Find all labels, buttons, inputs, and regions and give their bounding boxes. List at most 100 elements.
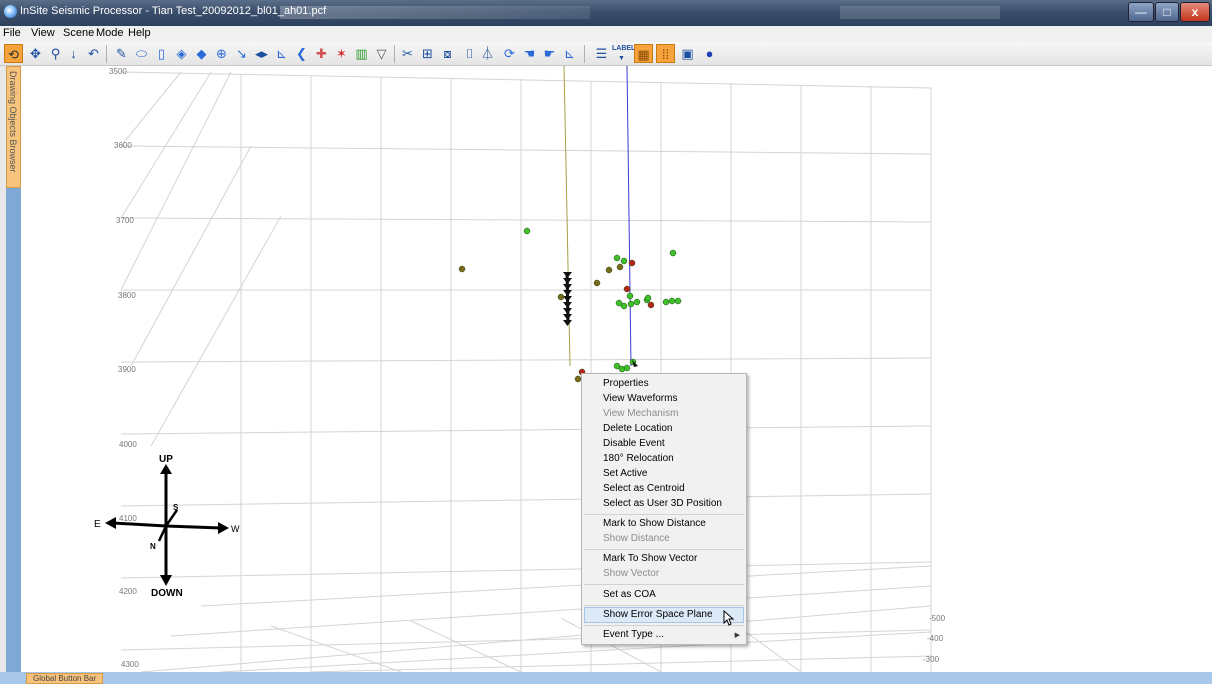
- close-button[interactable]: x: [1180, 2, 1210, 22]
- event-point[interactable]: [644, 294, 652, 302]
- pan-icon[interactable]: ✥: [26, 44, 45, 63]
- menu-item-view-waveforms[interactable]: View Waveforms: [603, 393, 677, 404]
- label-icon-text: LABEL: [612, 45, 636, 52]
- compass-north: N: [150, 542, 156, 551]
- event-point[interactable]: [674, 297, 682, 305]
- event-point[interactable]: [458, 265, 466, 273]
- hand-icon[interactable]: ☚: [520, 44, 539, 63]
- well-icon[interactable]: ⌷: [460, 44, 479, 63]
- menu-item-set-as-coa[interactable]: Set as COA: [603, 589, 656, 600]
- event-point[interactable]: [628, 259, 636, 267]
- chart-icon[interactable]: ⊾: [560, 44, 579, 63]
- event-point[interactable]: [662, 298, 670, 306]
- depth-axis-labels: 3500 3600 3700 3800 3900 4000 4100 4200 …: [109, 67, 139, 669]
- grid-highlight-icon[interactable]: ▦: [634, 44, 653, 63]
- maximize-button[interactable]: □: [1155, 2, 1179, 22]
- minimize-button[interactable]: —: [1128, 2, 1154, 22]
- arrow-down-icon[interactable]: ↓: [64, 44, 83, 63]
- mouse-cursor-icon: [723, 610, 735, 626]
- title-bar: InSite Seismic Processor - Tian Test_200…: [0, 0, 1212, 26]
- hand2-icon[interactable]: ☛: [540, 44, 559, 63]
- undo-icon[interactable]: ↶: [84, 44, 103, 63]
- frame-icon[interactable]: ⊞: [418, 44, 437, 63]
- well-line-blue[interactable]: [626, 66, 632, 367]
- plane-icon[interactable]: ⏃: [478, 44, 497, 63]
- event-point[interactable]: [668, 297, 676, 305]
- menu-item-view-mechanism: View Mechanism: [603, 408, 679, 419]
- depth-tick: 4200: [119, 587, 137, 596]
- toolbar-separator: [106, 45, 107, 63]
- event-point[interactable]: [633, 298, 641, 306]
- right-axis-labels: -500 -400 -300: [923, 614, 946, 664]
- menu-item-180-relocation[interactable]: 180° Relocation: [603, 453, 674, 464]
- tools-icon[interactable]: ✂: [398, 44, 417, 63]
- menu-item-properties[interactable]: Properties: [603, 378, 649, 389]
- stretch-icon[interactable]: ↘: [232, 44, 251, 63]
- depth-tick: 3800: [118, 291, 136, 300]
- menu-separator: [584, 549, 744, 550]
- cylinder-icon[interactable]: ▯: [152, 44, 171, 63]
- event-point[interactable]: [623, 285, 631, 293]
- zoom-icon[interactable]: ⚲: [46, 44, 65, 63]
- rotate-icon[interactable]: ⟲: [4, 44, 23, 63]
- title-blur-2: [840, 6, 1000, 19]
- event-point[interactable]: [593, 279, 601, 287]
- menu-view[interactable]: View: [31, 27, 55, 39]
- menu-item-show-error-space-plane[interactable]: Show Error Space Plane: [603, 609, 713, 620]
- menu-item-set-active[interactable]: Set Active: [603, 468, 647, 479]
- event-point[interactable]: [605, 266, 613, 274]
- compass-up: UP: [159, 454, 173, 465]
- move-crosshair-icon[interactable]: ⊕: [212, 44, 231, 63]
- menu-item-show-distance: Show Distance: [603, 533, 670, 544]
- depth-tick: 4100: [119, 514, 137, 523]
- list-icon[interactable]: ☰: [592, 44, 611, 63]
- toolbar-separator: [394, 45, 395, 63]
- menu-item-event-type[interactable]: Event Type ...: [603, 629, 664, 640]
- event-point[interactable]: [623, 364, 631, 372]
- menu-item-disable-event[interactable]: Disable Event: [603, 438, 665, 449]
- event-point[interactable]: [523, 227, 531, 235]
- histogram-icon[interactable]: ▥: [352, 44, 371, 63]
- event-point[interactable]: [616, 263, 624, 271]
- diamond-icon[interactable]: ◆: [192, 44, 211, 63]
- menu-item-select-user-3d-position[interactable]: Select as User 3D Position: [603, 498, 722, 509]
- dots-highlight-icon[interactable]: ⁞⁞: [656, 44, 675, 63]
- event-point[interactable]: [647, 301, 655, 309]
- menu-help[interactable]: Help: [128, 27, 151, 39]
- refresh-icon[interactable]: ⟳: [500, 44, 519, 63]
- event-point[interactable]: [627, 300, 635, 308]
- ellipse-icon[interactable]: ⬭: [132, 44, 151, 63]
- event-point[interactable]: [620, 302, 628, 310]
- curve-icon[interactable]: ❮: [292, 44, 311, 63]
- cross-icon[interactable]: ✚: [312, 44, 331, 63]
- menu-scene[interactable]: Scene: [63, 27, 94, 39]
- event-point[interactable]: [626, 292, 634, 300]
- menu-item-mark-show-distance[interactable]: Mark to Show Distance: [603, 518, 706, 529]
- right-tick: -300: [923, 655, 940, 664]
- bottom-bar: [0, 672, 1212, 684]
- camera-icon[interactable]: ⧇: [438, 44, 457, 63]
- menu-item-mark-show-vector[interactable]: Mark To Show Vector: [603, 553, 697, 564]
- star-icon[interactable]: ✶: [332, 44, 351, 63]
- event-point[interactable]: [620, 257, 628, 265]
- layers-icon[interactable]: ◈: [172, 44, 191, 63]
- event-point[interactable]: [613, 254, 621, 262]
- menu-item-delete-location[interactable]: Delete Location: [603, 423, 673, 434]
- event-point[interactable]: [669, 249, 677, 257]
- menu-mode[interactable]: Mode: [96, 27, 124, 39]
- sphere-icon[interactable]: ●: [700, 44, 719, 63]
- menu-item-select-centroid[interactable]: Select as Centroid: [603, 483, 685, 494]
- axis-icon[interactable]: ⊾: [272, 44, 291, 63]
- event-point[interactable]: [557, 293, 565, 301]
- drawing-objects-browser-tab[interactable]: Drawing Objects Browser: [6, 66, 21, 188]
- filter-icon[interactable]: ▽: [372, 44, 391, 63]
- global-button-bar-tab[interactable]: Global Button Bar: [26, 673, 104, 684]
- double-arrow-icon[interactable]: ◂▸: [252, 44, 271, 63]
- app-icon: [4, 5, 17, 18]
- menu-file[interactable]: File: [3, 27, 21, 39]
- window-icon[interactable]: ▣: [678, 44, 697, 63]
- pencil-icon[interactable]: ✎: [112, 44, 131, 63]
- label-icon[interactable]: LABEL ▼: [612, 44, 635, 63]
- compass: [105, 464, 229, 586]
- compass-west: W: [231, 524, 240, 534]
